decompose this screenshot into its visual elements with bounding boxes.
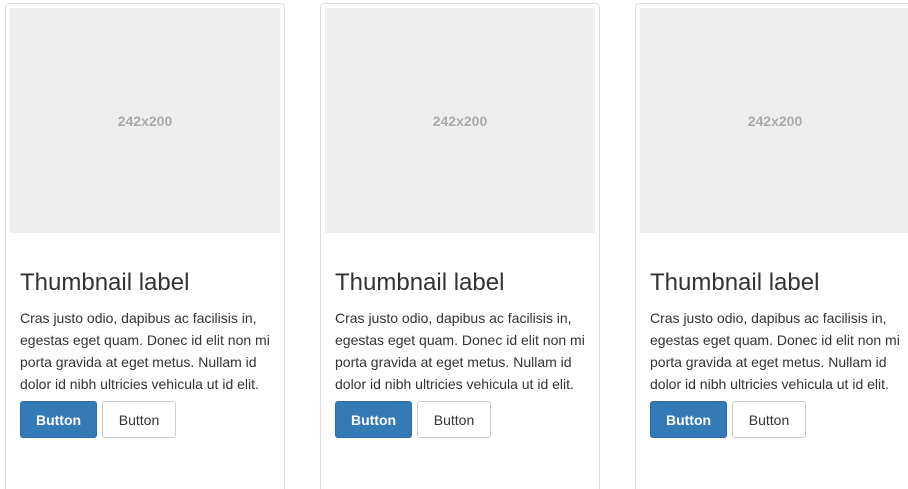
default-button[interactable]: Button — [417, 401, 491, 438]
button-group: Button Button — [20, 401, 270, 438]
image-placeholder-label: 242x200 — [432, 112, 488, 129]
primary-button[interactable]: Button — [20, 401, 97, 438]
image-placeholder-label: 242x200 — [117, 112, 173, 129]
primary-button[interactable]: Button — [335, 401, 412, 438]
button-group: Button Button — [650, 401, 900, 438]
thumbnail-card: 242x200 Thumbnail label Cras justo odio,… — [635, 3, 908, 489]
thumbnail-label: Thumbnail label — [650, 269, 820, 296]
thumbnail-card: 242x200 Thumbnail label Cras justo odio,… — [5, 3, 285, 489]
image-placeholder-label: 242x200 — [747, 112, 803, 129]
button-group: Button Button — [335, 401, 585, 438]
thumbnail-caption: Thumbnail label Cras justo odio, dapibus… — [640, 233, 908, 448]
thumbnail-label: Thumbnail label — [20, 269, 190, 296]
thumbnail-image: 242x200 — [10, 8, 280, 233]
thumbnail-row: 242x200 Thumbnail label Cras justo odio,… — [0, 0, 908, 489]
thumbnail-text: Cras justo odio, dapibus ac facilisis in… — [650, 310, 900, 392]
thumbnail-label: Thumbnail label — [335, 269, 505, 296]
primary-button[interactable]: Button — [650, 401, 727, 438]
thumbnail-caption: Thumbnail label Cras justo odio, dapibus… — [325, 233, 595, 448]
thumbnail-card: 242x200 Thumbnail label Cras justo odio,… — [320, 3, 600, 489]
thumbnail-text: Cras justo odio, dapibus ac facilisis in… — [335, 310, 585, 392]
thumbnail-text: Cras justo odio, dapibus ac facilisis in… — [20, 310, 270, 392]
default-button[interactable]: Button — [732, 401, 806, 438]
thumbnail-caption: Thumbnail label Cras justo odio, dapibus… — [10, 233, 280, 448]
default-button[interactable]: Button — [102, 401, 176, 438]
thumbnail-image: 242x200 — [640, 8, 908, 233]
thumbnail-image: 242x200 — [325, 8, 595, 233]
